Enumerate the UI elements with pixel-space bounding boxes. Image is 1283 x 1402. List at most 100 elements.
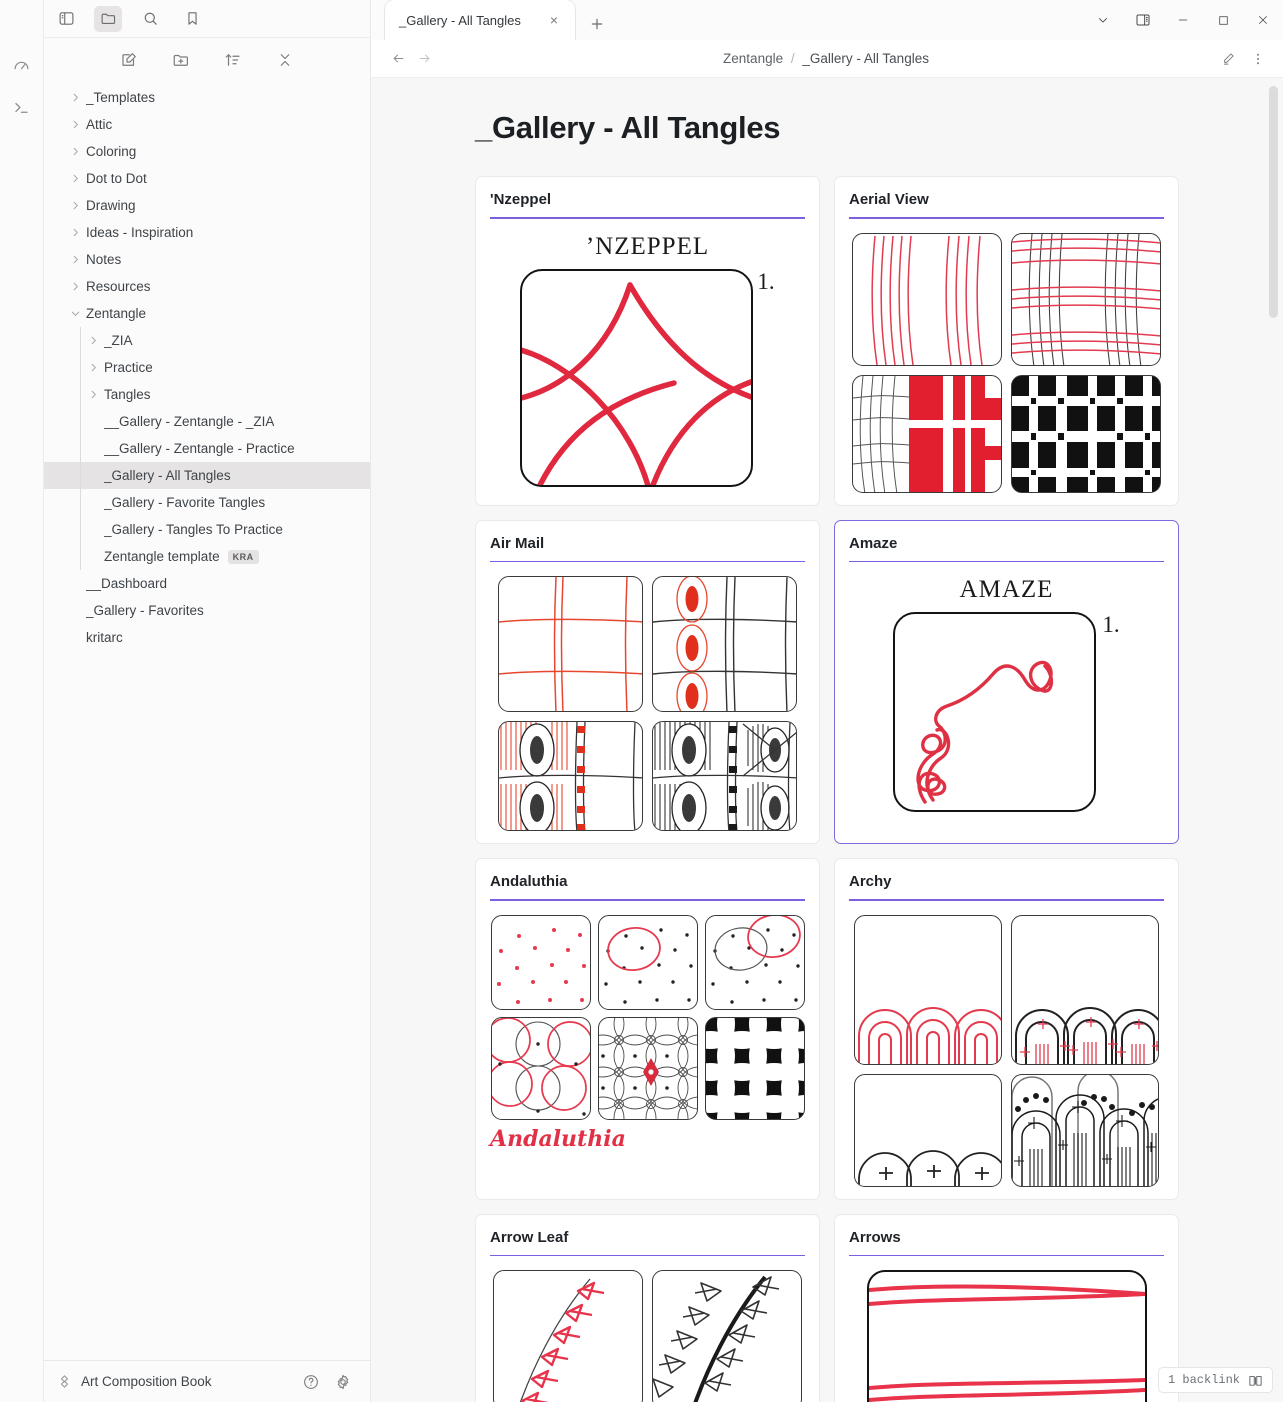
chevron-right-icon[interactable] — [68, 172, 82, 186]
card-image: Andaluthia — [490, 914, 805, 1152]
gallery-card-andaluthia[interactable]: Andaluthia Andaluthia — [475, 858, 820, 1200]
gear-icon[interactable] — [332, 1371, 354, 1393]
pencil-icon[interactable] — [1215, 46, 1241, 72]
gallery-card-archy[interactable]: Archy — [834, 858, 1179, 1200]
step-tile-4 — [652, 721, 797, 832]
gallery-card-arrow-leaf[interactable]: Arrow Leaf — [475, 1213, 820, 1402]
file-explorer-sidebar: _Templates Attic Coloring Dot to Dot Drawing… — [44, 0, 371, 1402]
sidebar-item-label: Dot to Dot — [86, 171, 147, 186]
sidebar-item-tangles[interactable]: Tangles — [44, 381, 370, 408]
gallery-card-air-mail[interactable]: Air Mail — [475, 519, 820, 845]
sidebar-item-zentangle[interactable]: Zentangle — [44, 300, 370, 327]
sidebar-item-label: Coloring — [86, 144, 137, 159]
sidebar-item-zentangle-template[interactable]: Zentangle template KRA — [44, 543, 370, 570]
card-rule — [490, 560, 805, 563]
new-tab-button[interactable] — [585, 12, 609, 36]
breadcrumb-current: _Gallery - All Tangles — [802, 51, 929, 66]
sidebar-item-gallery-favorite-tangles[interactable]: _Gallery - Favorite Tangles — [44, 489, 370, 516]
forward-button[interactable] — [411, 46, 437, 72]
window-controls — [1083, 6, 1283, 40]
sidebar-item-gallery-favorites[interactable]: _Gallery - Favorites — [44, 597, 370, 624]
sidebar-item-label: Zentangle — [86, 306, 147, 321]
collapse-all-icon[interactable] — [274, 49, 296, 71]
sidebar-item-gallery-tangles-to-practice[interactable]: _Gallery - Tangles To Practice — [44, 516, 370, 543]
step-number: 1. — [1102, 612, 1120, 638]
close-window-button[interactable] — [1243, 6, 1283, 34]
chevron-right-icon[interactable] — [68, 91, 82, 105]
back-button[interactable] — [385, 46, 411, 72]
sidebar-item-label: Ideas - Inspiration — [86, 225, 194, 240]
gallery-card-aerial-view[interactable]: Aerial View — [834, 176, 1179, 506]
new-folder-icon[interactable] — [170, 49, 192, 71]
tab-gallery-all-tangles[interactable]: _Gallery - All Tangles × — [385, 0, 575, 40]
tab-bar: _Gallery - All Tangles × — [371, 0, 1283, 40]
sidebar-item-practice[interactable]: Practice — [44, 354, 370, 381]
step-tile-3 — [854, 1073, 1002, 1187]
step-tile-3 — [498, 721, 643, 832]
indent-guide — [80, 516, 81, 543]
chevron-right-icon[interactable] — [68, 226, 82, 240]
right-sidebar-toggle-icon[interactable] — [1123, 6, 1163, 34]
note-content-area[interactable]: _Gallery - All Tangles 'Nzeppel ’NZEPPEL — [371, 78, 1283, 1402]
sidebar-item-label: _Gallery - Favorite Tangles — [104, 495, 266, 510]
sidebar-item-zia[interactable]: _ZIA — [44, 327, 370, 354]
step-tile-1 — [490, 914, 591, 1010]
chevron-right-icon[interactable] — [86, 388, 100, 402]
toggle-sidebar-icon[interactable] — [52, 6, 80, 32]
close-icon[interactable]: × — [545, 11, 563, 29]
sidebar-item-coloring[interactable]: Coloring — [44, 138, 370, 165]
gallery-card-arrows[interactable]: Arrows — [834, 1213, 1179, 1402]
sidebar-item-label: __Dashboard — [86, 576, 168, 591]
gallery-grid: 'Nzeppel ’NZEPPEL 1. Aerial View Air Mai… — [475, 176, 1179, 1402]
minimize-button[interactable] — [1163, 6, 1203, 34]
file-tree[interactable]: _Templates Attic Coloring Dot to Dot Drawing… — [44, 82, 370, 1360]
chevron-right-icon[interactable] — [68, 253, 82, 267]
sidebar-item-templates[interactable]: _Templates — [44, 84, 370, 111]
chevron-right-icon[interactable] — [68, 199, 82, 213]
gauge-icon[interactable] — [5, 48, 39, 82]
breadcrumb-parent[interactable]: Zentangle — [723, 51, 783, 66]
chevron-right-icon[interactable] — [68, 145, 82, 159]
sidebar-item-gallery-zentangle-zia[interactable]: __Gallery - Zentangle - _ZIA — [44, 408, 370, 435]
gallery-card-nzeppel[interactable]: 'Nzeppel ’NZEPPEL 1. — [475, 176, 820, 506]
sidebar-item-gallery-zentangle-practice[interactable]: __Gallery - Zentangle - Practice — [44, 435, 370, 462]
sidebar-item-label: _ZIA — [104, 333, 133, 348]
gallery-card-amaze[interactable]: Amaze AMAZE 1. — [834, 519, 1179, 845]
terminal-icon[interactable] — [5, 90, 39, 124]
chevron-right-icon[interactable] — [86, 361, 100, 375]
vault-switcher-icon[interactable] — [58, 1374, 71, 1389]
sidebar-toolbar — [44, 38, 370, 82]
chevron-right-icon[interactable] — [68, 118, 82, 132]
sort-icon[interactable] — [222, 49, 244, 71]
more-vertical-icon[interactable] — [1245, 46, 1271, 72]
card-title: 'Nzeppel — [490, 191, 552, 208]
chevron-right-icon[interactable] — [86, 334, 100, 348]
maximize-button[interactable] — [1203, 6, 1243, 34]
vertical-scrollbar[interactable] — [1269, 86, 1278, 318]
sidebar-item-kritarc[interactable]: kritarc — [44, 624, 370, 651]
chevron-down-icon[interactable] — [1083, 6, 1123, 34]
bookmark-icon[interactable] — [178, 6, 206, 32]
sidebar-item-dashboard[interactable]: __Dashboard — [44, 570, 370, 597]
help-icon[interactable] — [300, 1371, 322, 1393]
sidebar-item-dot-to-dot[interactable]: Dot to Dot — [44, 165, 370, 192]
chevron-down-icon[interactable] — [68, 307, 82, 321]
files-icon[interactable] — [94, 5, 122, 32]
sidebar-item-notes[interactable]: Notes — [44, 246, 370, 273]
sidebar-item-resources[interactable]: Resources — [44, 273, 370, 300]
sidebar-item-label: Zentangle template — [104, 549, 220, 564]
chevron-right-icon[interactable] — [68, 280, 82, 294]
search-icon[interactable] — [136, 6, 164, 32]
card-image: AMAZE 1. — [849, 576, 1164, 813]
sidebar-item-drawing[interactable]: Drawing — [44, 192, 370, 219]
sidebar-item-label: __Gallery - Zentangle - _ZIA — [104, 414, 275, 429]
new-note-icon[interactable] — [118, 49, 140, 71]
card-title: Andaluthia — [490, 873, 568, 891]
step-tile-4 — [1011, 374, 1161, 493]
backlink-indicator[interactable]: 1 backlink — [1157, 1367, 1273, 1393]
sidebar-item-ideas-inspiration[interactable]: Ideas - Inspiration — [44, 219, 370, 246]
step-tile-2 — [597, 914, 698, 1010]
file-extension-badge: KRA — [227, 549, 259, 564]
sidebar-item-gallery-all-tangles[interactable]: _Gallery - All Tangles — [44, 462, 370, 489]
sidebar-item-attic[interactable]: Attic — [44, 111, 370, 138]
